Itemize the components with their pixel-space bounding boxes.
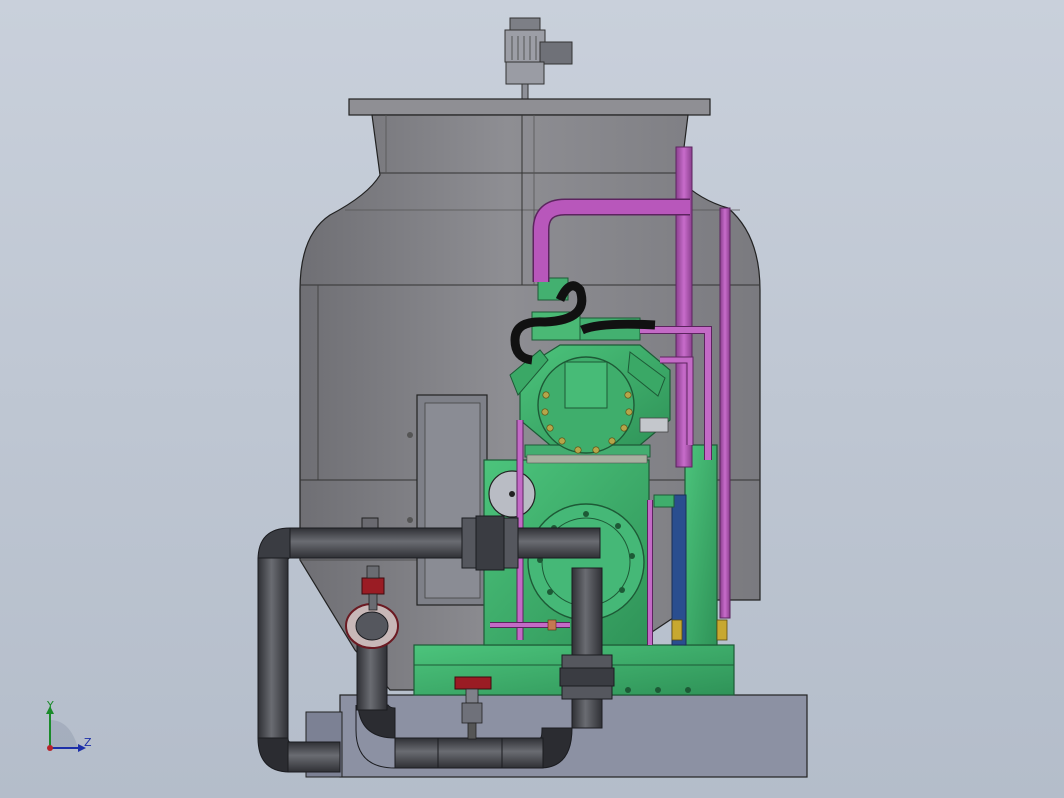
top-flange	[348, 98, 711, 116]
axis-y-label: Y	[46, 699, 54, 712]
cooling-tower-assembly-drawing: Y Z	[46, 17, 808, 778]
cad-viewport[interactable]: Y Z	[0, 0, 1064, 798]
axis-z-label: Z	[84, 736, 92, 749]
fan-motor	[509, 17, 541, 31]
control-panel-box	[407, 394, 488, 606]
axis-triad: Y Z	[46, 699, 92, 752]
drain-valve	[454, 676, 492, 690]
float-valve	[361, 577, 385, 595]
